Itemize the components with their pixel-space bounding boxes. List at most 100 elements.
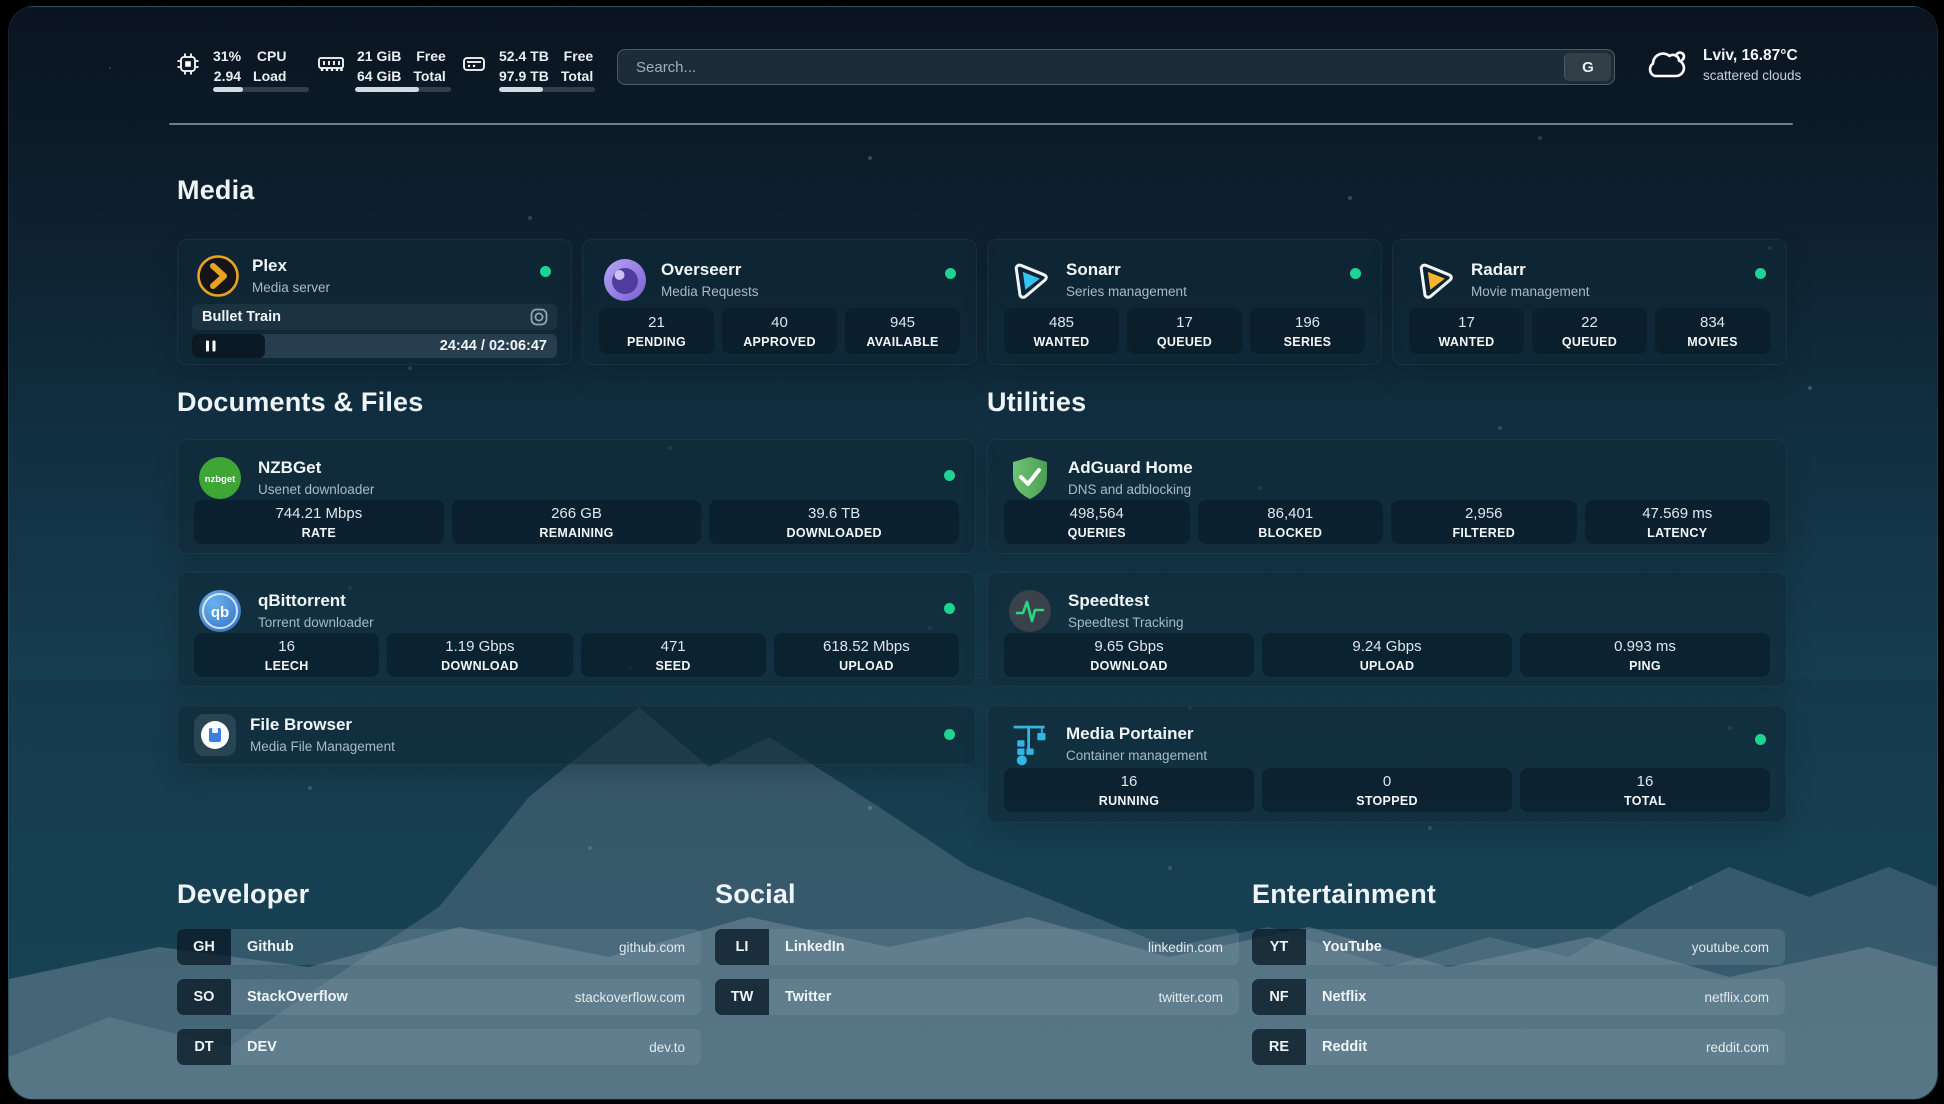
memory-icon — [317, 51, 345, 77]
stat-tile: 2,956FILTERED — [1391, 500, 1577, 544]
stat-tile: 9.65 GbpsDOWNLOAD — [1004, 633, 1254, 677]
bookmark-abbr: YT — [1252, 929, 1306, 965]
bookmark-linkedin[interactable]: LI LinkedInlinkedin.com — [715, 929, 1239, 965]
plex-desc: Media server — [252, 280, 330, 295]
stat-tile: 1.19 GbpsDOWNLOAD — [387, 633, 572, 677]
stat-tile: 0.993 msPING — [1520, 633, 1770, 677]
bookmark-name: Twitter — [785, 989, 831, 1005]
bookmark-name: DEV — [247, 1039, 277, 1055]
bookmark-url: twitter.com — [1158, 990, 1223, 1005]
section-title-social: Social — [715, 879, 796, 910]
radarr-stats: 17WANTED 22QUEUED 834MOVIES — [1409, 308, 1770, 354]
cpu-labels: CPU Load — [253, 49, 286, 84]
speedtest-card[interactable]: Speedtest Speedtest Tracking 9.65 GbpsDO… — [987, 572, 1787, 687]
section-title-documents: Documents & Files — [177, 387, 423, 418]
stat-tile: 266 GBREMAINING — [452, 500, 702, 544]
bookmark-reddit[interactable]: RE Redditreddit.com — [1252, 1029, 1785, 1065]
filebrowser-desc: Media File Management — [250, 739, 395, 754]
qbittorrent-card[interactable]: qb qBittorrent Torrent downloader 16LEEC… — [177, 572, 976, 687]
plex-playback-time: 24:44 / 02:06:47 — [440, 338, 547, 354]
cpu-label-1: CPU — [257, 49, 287, 65]
plex-progress-bar: 24:44 / 02:06:47 — [192, 334, 557, 358]
bookmark-url: linkedin.com — [1148, 940, 1223, 955]
bookmark-abbr: RE — [1252, 1029, 1306, 1065]
stat-tile: 86,401BLOCKED — [1198, 500, 1384, 544]
stat-tile: 9.24 GbpsUPLOAD — [1262, 633, 1512, 677]
stat-tile: 485WANTED — [1004, 308, 1119, 354]
stat-tile: 22QUEUED — [1532, 308, 1647, 354]
cpu-progress-bar — [213, 87, 309, 92]
radarr-card[interactable]: Radarr Movie management 17WANTED 22QUEUE… — [1392, 239, 1787, 365]
stat-tile: 16TOTAL — [1520, 768, 1770, 812]
section-title-utilities: Utilities — [987, 387, 1086, 418]
sonarr-logo-icon — [1008, 258, 1054, 302]
weather-condition: scattered clouds — [1703, 68, 1801, 83]
bookmark-github[interactable]: GH Githubgithub.com — [177, 929, 701, 965]
nzbget-card[interactable]: nzbget NZBGet Usenet downloader 744.21 M… — [177, 439, 976, 554]
disk-total-value: 97.9 TB — [499, 69, 549, 85]
portainer-card[interactable]: Media Portainer Container management 16R… — [987, 705, 1787, 823]
stat-tile: 498,564QUERIES — [1004, 500, 1190, 544]
stat-tile: 39.6 TBDOWNLOADED — [709, 500, 959, 544]
bookmark-netflix[interactable]: NF Netflix netflix.com — [1252, 979, 1785, 1015]
overseerr-desc: Media Requests — [661, 284, 759, 299]
bookmark-url: reddit.com — [1706, 1040, 1769, 1055]
overseerr-card[interactable]: Overseerr Media Requests 21PENDING 40APP… — [582, 239, 977, 365]
weather-widget: Lviv, 16.87°C scattered clouds — [1643, 47, 1801, 83]
disk-metric: 52.4 TB 97.9 TB Free Total — [461, 49, 593, 84]
status-indicator — [1755, 268, 1766, 279]
disk-label-1: Free — [564, 49, 594, 65]
sonarr-stats: 485WANTED 17QUEUED 196SERIES — [1004, 308, 1365, 354]
cpu-icon — [175, 51, 201, 77]
sonarr-card[interactable]: Sonarr Series management 485WANTED 17QUE… — [987, 239, 1382, 365]
plex-progress-elapsed — [192, 334, 265, 358]
stat-tile: 16RUNNING — [1004, 768, 1254, 812]
bookmark-url: netflix.com — [1704, 990, 1769, 1005]
bookmark-youtube[interactable]: YT YouTubeyoutube.com — [1252, 929, 1785, 965]
sonarr-title: Sonarr — [1066, 260, 1121, 280]
stat-tile: 744.21 MbpsRATE — [194, 500, 444, 544]
stat-tile: 17WANTED — [1409, 308, 1524, 354]
bookmark-abbr: NF — [1252, 979, 1306, 1015]
bookmark-name: LinkedIn — [785, 939, 845, 955]
qbittorrent-logo-icon: qb — [198, 589, 242, 633]
disk-labels: Free Total — [561, 49, 593, 84]
stat-tile: 945AVAILABLE — [845, 308, 960, 354]
stat-tile: 16LEECH — [194, 633, 379, 677]
weather-location-temp: Lviv, 16.87°C — [1703, 47, 1801, 65]
speedtest-logo-icon — [1008, 589, 1052, 633]
bookmark-name: YouTube — [1322, 939, 1382, 955]
adguard-desc: DNS and adblocking — [1068, 482, 1191, 497]
speedtest-stats: 9.65 GbpsDOWNLOAD 9.24 GbpsUPLOAD 0.993 … — [1004, 633, 1770, 677]
plex-card[interactable]: Plex Media server Bullet Train 24:44 / 0… — [177, 239, 572, 365]
bookmark-stackoverflow[interactable]: SO StackOverflowstackoverflow.com — [177, 979, 701, 1015]
memory-free-value: 21 GiB — [357, 49, 401, 65]
filebrowser-card[interactable]: File Browser Media File Management — [177, 705, 976, 765]
status-indicator — [944, 603, 955, 614]
bookmark-name: Netflix — [1322, 989, 1366, 1005]
pause-icon — [204, 340, 218, 352]
disk-values: 52.4 TB 97.9 TB — [499, 49, 549, 84]
adguard-card[interactable]: AdGuard Home DNS and adblocking 498,564Q… — [987, 439, 1787, 554]
camera-icon — [529, 307, 549, 327]
memory-label-2: Total — [413, 69, 445, 85]
header-divider — [169, 123, 1793, 125]
bookmark-abbr: GH — [177, 929, 231, 965]
google-search-button[interactable]: G — [1564, 53, 1611, 81]
search-bar: G — [617, 49, 1615, 85]
status-indicator — [944, 729, 955, 740]
bookmark-twitter[interactable]: TW Twittertwitter.com — [715, 979, 1239, 1015]
stat-tile: 47.569 msLATENCY — [1585, 500, 1771, 544]
overseerr-logo-icon — [603, 258, 647, 302]
stat-tile: 21PENDING — [599, 308, 714, 354]
status-indicator — [1350, 268, 1361, 279]
memory-progress-bar — [355, 87, 451, 92]
qbittorrent-stats: 16LEECH 1.19 GbpsDOWNLOAD 471SEED 618.52… — [194, 633, 959, 677]
search-input[interactable] — [634, 50, 1538, 84]
cpu-label-2: Load — [253, 69, 286, 85]
bookmark-dev[interactable]: DT DEVdev.to — [177, 1029, 701, 1065]
qbittorrent-desc: Torrent downloader — [258, 615, 374, 630]
filebrowser-title: File Browser — [250, 715, 352, 735]
portainer-title: Media Portainer — [1066, 724, 1194, 744]
plex-now-playing: Bullet Train — [192, 304, 557, 330]
